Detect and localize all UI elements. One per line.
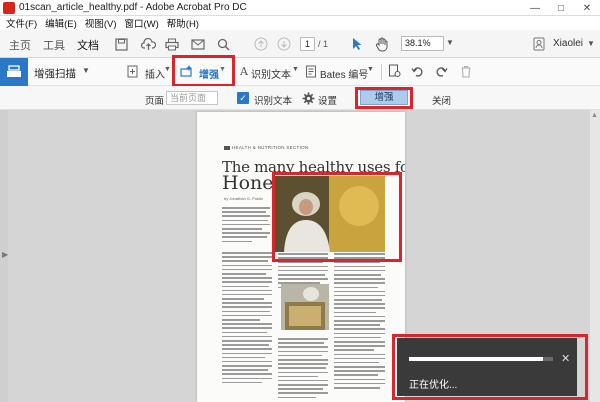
optimize-progress-bar bbox=[409, 357, 553, 361]
article-intro-column bbox=[222, 207, 270, 245]
menu-help[interactable]: 帮助(H) bbox=[167, 16, 199, 30]
tab-tools[interactable]: 工具 bbox=[43, 37, 65, 53]
enhance-options-bar: 页面 当前页面 ✓ 识别文本 设置 增强 关闭 bbox=[0, 86, 600, 110]
maximize-button[interactable]: □ bbox=[548, 0, 574, 16]
page-total: / 1 bbox=[318, 39, 329, 49]
previous-page-icon[interactable] bbox=[252, 35, 270, 53]
optimize-progress-fill bbox=[409, 357, 543, 361]
select-cursor-icon[interactable] bbox=[348, 35, 366, 53]
insert-icon[interactable] bbox=[124, 63, 140, 79]
close-button[interactable]: 关闭 bbox=[432, 93, 451, 107]
page-label: 页面 bbox=[145, 96, 165, 107]
photo-highlight-annotation bbox=[272, 172, 402, 262]
settings-button[interactable]: 设置 bbox=[318, 93, 337, 107]
bates-dropdown-icon[interactable]: ▼ bbox=[367, 66, 374, 73]
article-column-2-lower bbox=[278, 338, 328, 401]
scanner-tool-icon bbox=[0, 58, 28, 86]
bates-numbering-button[interactable]: Bates 编号 bbox=[320, 66, 368, 81]
enhance-scan-toolbar: 增强扫描 ▼ 插入 ▼ 增强 ▼ A 识别文本 ▼ Bates 编号 ▼ bbox=[0, 58, 600, 86]
user-dropdown-icon[interactable]: ▼ bbox=[587, 39, 595, 48]
article-section-label: HEALTH & NUTRITION SECTION bbox=[224, 145, 308, 150]
title-bar: 01scan_article_healthy.pdf - Adobe Acrob… bbox=[0, 0, 600, 16]
close-notification-icon[interactable]: ✕ bbox=[561, 352, 570, 365]
page-settings-icon[interactable] bbox=[386, 63, 402, 79]
window-title: 01scan_article_healthy.pdf - Adobe Acrob… bbox=[19, 2, 247, 13]
hand-tool-icon[interactable] bbox=[373, 35, 391, 53]
page-number-input[interactable]: 1 bbox=[300, 37, 315, 51]
close-window-button[interactable]: ✕ bbox=[574, 0, 600, 16]
bates-icon[interactable] bbox=[303, 63, 319, 79]
article-column-3 bbox=[334, 253, 385, 391]
window-controls: — □ ✕ bbox=[522, 0, 600, 16]
recognize-text-label: 识别文本 bbox=[254, 96, 293, 107]
gear-icon[interactable] bbox=[300, 90, 316, 106]
zoom-dropdown-icon[interactable]: ▼ bbox=[446, 38, 454, 47]
recognize-text-checkbox[interactable]: ✓ bbox=[237, 92, 249, 104]
vertical-scrollbar[interactable] bbox=[590, 110, 600, 402]
user-name[interactable]: Xiaolei bbox=[553, 38, 583, 49]
save-icon[interactable] bbox=[112, 35, 130, 53]
menu-window[interactable]: 窗口(W) bbox=[124, 16, 158, 30]
tool-title-dropdown-icon[interactable]: ▼ bbox=[82, 66, 90, 75]
menu-edit[interactable]: 编辑(E) bbox=[45, 16, 77, 30]
menu-view[interactable]: 视图(V) bbox=[85, 16, 117, 30]
zoom-input[interactable]: 38.1% bbox=[401, 36, 444, 51]
next-page-icon[interactable] bbox=[275, 35, 293, 53]
notification-text: 正在优化... bbox=[409, 380, 458, 391]
recognize-text-icon[interactable]: A bbox=[236, 63, 252, 79]
print-icon[interactable] bbox=[163, 35, 181, 53]
redo-icon[interactable] bbox=[433, 63, 449, 79]
recognize-text-button[interactable]: 识别文本 bbox=[251, 66, 291, 81]
tab-home[interactable]: 主页 bbox=[9, 37, 31, 53]
tool-title: 增强扫描 bbox=[34, 68, 76, 80]
optimizing-notification: ✕ 正在优化... bbox=[397, 338, 577, 396]
article-column-1 bbox=[222, 252, 272, 386]
user-avatar-icon[interactable] bbox=[530, 35, 548, 53]
acrobat-app-icon bbox=[3, 1, 15, 14]
menu-bar: 文件(F) 编辑(E) 视图(V) 窗口(W) 帮助(H) bbox=[0, 16, 600, 30]
expand-left-panel-icon[interactable]: ▶ bbox=[2, 250, 8, 259]
recognize-text-dropdown-icon[interactable]: ▼ bbox=[292, 66, 299, 73]
minimize-button[interactable]: — bbox=[522, 0, 548, 16]
menu-file[interactable]: 文件(F) bbox=[6, 16, 37, 30]
tab-document[interactable]: 文档 bbox=[77, 37, 99, 53]
bees-photo bbox=[281, 284, 329, 330]
search-icon[interactable] bbox=[214, 35, 232, 53]
undo-icon[interactable] bbox=[409, 63, 425, 79]
enhance-highlight-annotation bbox=[172, 55, 235, 87]
article-byline: by Jonathan G. Public bbox=[224, 196, 264, 201]
toolbar-divider bbox=[381, 64, 382, 80]
mail-icon[interactable] bbox=[189, 35, 207, 53]
main-toolbar: 主页 工具 文档 1 / 1 38.1% ▼ Xiaolei ▼ bbox=[0, 30, 600, 58]
insert-dropdown-icon[interactable]: ▼ bbox=[164, 66, 171, 73]
scroll-up-icon[interactable]: ▲ bbox=[591, 112, 598, 119]
delete-icon[interactable] bbox=[458, 63, 474, 79]
page-select[interactable]: 当前页面 bbox=[166, 91, 218, 105]
cloud-upload-icon[interactable] bbox=[139, 35, 157, 53]
insert-button[interactable]: 插入 bbox=[145, 66, 165, 81]
enhance-button-highlight-annotation bbox=[355, 87, 413, 109]
